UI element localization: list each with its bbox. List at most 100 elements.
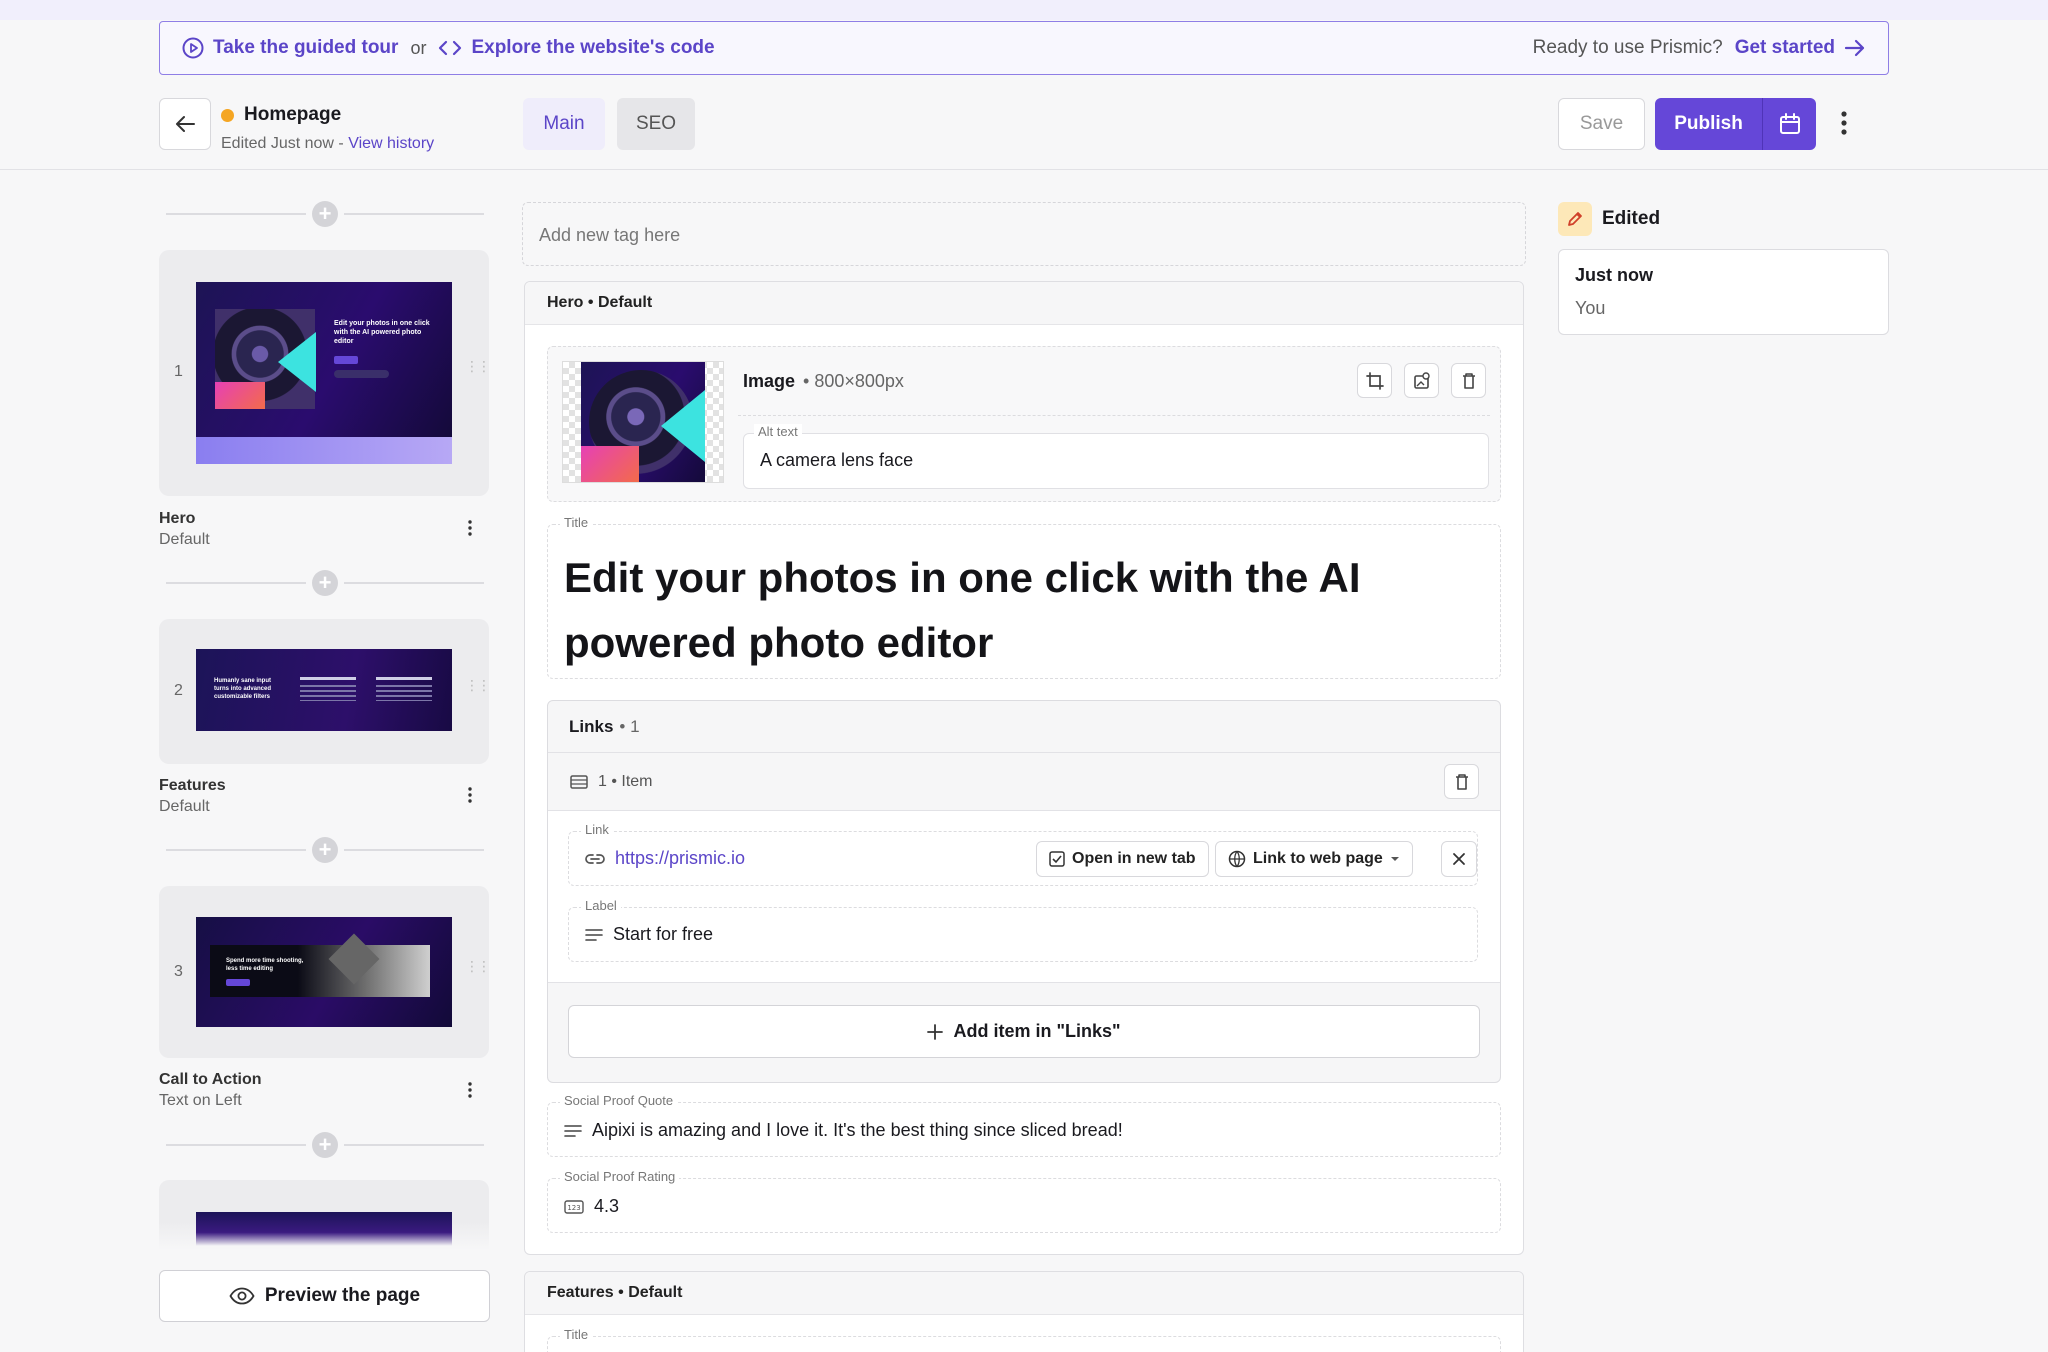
image-preview[interactable] <box>562 361 724 483</box>
explore-code-label: Explore the website's code <box>471 37 715 58</box>
tab-main[interactable]: Main <box>523 98 605 150</box>
crop-button[interactable] <box>1357 363 1392 398</box>
slice-variation: Text on Left <box>159 1092 242 1109</box>
slice-index: 3 <box>174 963 183 980</box>
slice-card-features[interactable]: 2 Humanly sane input turns into advanced… <box>159 619 491 764</box>
publish-button-group: Publish <box>1655 98 1816 150</box>
slice-thumbnail-features: Humanly sane input turns into advanced c… <box>196 649 452 731</box>
code-icon <box>439 40 462 56</box>
document-title: Homepage <box>221 104 341 126</box>
guided-tour-label: Take the guided tour <box>213 37 399 58</box>
slice-card-partial[interactable] <box>159 1180 489 1250</box>
get-started-link[interactable]: Get started <box>1735 37 1866 59</box>
social-proof-quote-field[interactable]: Social Proof Quote Aipixi is amazing and… <box>547 1093 1501 1157</box>
history-heading: Edited <box>1558 202 1660 236</box>
slice-variation: Default <box>159 531 210 548</box>
label-value: Start for free <box>613 924 714 944</box>
schedule-button[interactable] <box>1763 98 1816 150</box>
close-icon <box>1453 853 1465 865</box>
more-menu-button[interactable] <box>1840 110 1848 136</box>
plus-icon: + <box>312 837 338 863</box>
trash-icon <box>1455 773 1468 790</box>
label-field[interactable]: Label Start for free <box>568 898 1478 962</box>
slice-name: Features <box>159 777 226 794</box>
document-title-text: Homepage <box>244 104 342 125</box>
add-slice-button[interactable]: + <box>166 570 484 596</box>
guided-tour-link[interactable]: Take the guided tour <box>182 37 398 59</box>
preview-page-button[interactable]: Preview the page <box>159 1270 490 1322</box>
clear-link-button[interactable] <box>1441 841 1477 877</box>
add-slice-button[interactable]: + <box>166 201 484 227</box>
checkbox-checked-icon <box>1049 851 1065 867</box>
item-icon <box>570 774 588 789</box>
slice-thumbnail-hero: Edit your photos in one click with the A… <box>196 282 452 464</box>
plus-icon: + <box>312 570 338 596</box>
features-slice-editor: Features • Default Title <box>524 1271 1524 1352</box>
arrow-left-icon <box>176 116 195 132</box>
globe-icon <box>1228 850 1246 868</box>
drag-handle-icon[interactable]: ⋮⋮ <box>465 959 491 973</box>
publish-button[interactable]: Publish <box>1655 98 1763 150</box>
get-started-label: Get started <box>1734 37 1835 58</box>
title-value: Edit your photos in one click with the A… <box>564 554 1361 666</box>
edited-text: Edited Just now - <box>221 135 344 152</box>
drag-handle-icon[interactable]: ⋮⋮ <box>465 359 491 373</box>
explore-code-link[interactable]: Explore the website's code <box>438 37 715 59</box>
replace-image-button[interactable] <box>1404 363 1439 398</box>
add-slice-button[interactable]: + <box>166 837 484 863</box>
open-new-tab-label: Open in new tab <box>1072 850 1196 867</box>
more-vertical-icon <box>468 1082 472 1098</box>
number-icon: 123 <box>564 1199 584 1214</box>
back-button[interactable] <box>159 98 211 150</box>
social-rating-label: Social Proof Rating <box>560 1169 680 1184</box>
more-vertical-icon <box>1841 111 1847 135</box>
alt-text-label: Alt text <box>754 424 802 439</box>
hero-slice-header: Hero • Default <box>525 282 1523 325</box>
more-vertical-icon <box>468 787 472 803</box>
chevron-down-icon <box>1390 857 1399 861</box>
link-field[interactable]: Link https://prismic.io Open in new tab … <box>568 822 1478 886</box>
save-button[interactable]: Save <box>1558 98 1645 150</box>
add-link-item-button[interactable]: Add item in "Links" <box>568 1005 1480 1058</box>
svg-text:123: 123 <box>567 1204 580 1212</box>
slice-card-hero[interactable]: 1 Edit your photos in one click with the… <box>159 250 491 496</box>
crop-icon <box>1365 371 1384 390</box>
history-time: Just now <box>1575 265 1654 285</box>
link-type-select[interactable]: Link to web page <box>1215 841 1413 877</box>
history-entry[interactable]: Just now You <box>1558 249 1889 335</box>
label-value-wrap: Start for free <box>585 924 713 945</box>
open-new-tab-toggle[interactable]: Open in new tab <box>1036 841 1209 877</box>
features-slice-header: Features • Default <box>525 1272 1523 1315</box>
title-field[interactable]: Title Edit your photos in one click with… <box>547 515 1501 679</box>
slice-menu-button[interactable] <box>467 787 473 803</box>
link-icon <box>585 853 605 864</box>
social-quote-label: Social Proof Quote <box>560 1093 678 1108</box>
text-lines-icon <box>585 928 603 941</box>
alt-text-input[interactable]: Alt text A camera lens face <box>743 424 1489 489</box>
tab-seo[interactable]: SEO <box>617 98 695 150</box>
slice-index: 2 <box>174 682 183 699</box>
slice-menu-button[interactable] <box>467 1082 473 1098</box>
view-history-link[interactable]: View history <box>348 135 434 152</box>
slice-card-cta[interactable]: 3 Spend more time shooting, less time ed… <box>159 886 491 1058</box>
link-value-wrap: https://prismic.io <box>585 848 745 869</box>
image-replace-icon <box>1413 371 1430 389</box>
drag-handle-icon[interactable]: ⋮⋮ <box>465 678 491 692</box>
delete-item-button[interactable] <box>1444 764 1479 799</box>
slice-menu-button[interactable] <box>467 520 473 536</box>
social-quote-value: Aipixi is amazing and I love it. It's th… <box>592 1120 1123 1140</box>
or-text: or <box>410 37 427 58</box>
alt-text-value: A camera lens face <box>760 450 914 470</box>
add-slice-button[interactable]: + <box>166 1132 484 1158</box>
ready-text: Ready to use Prismic? <box>1532 37 1723 58</box>
arrow-right-icon <box>1844 39 1865 57</box>
tag-input[interactable]: Add new tag here <box>522 202 1526 266</box>
link-url[interactable]: https://prismic.io <box>615 848 745 869</box>
image-size: • 800×800px <box>803 371 904 391</box>
delete-image-button[interactable] <box>1451 363 1486 398</box>
social-proof-rating-field[interactable]: Social Proof Rating 123 4.3 <box>547 1169 1501 1233</box>
features-title-field[interactable]: Title <box>547 1327 1501 1352</box>
links-label: Links <box>569 716 614 736</box>
title-label: Title <box>560 515 593 530</box>
trash-icon <box>1462 372 1475 389</box>
